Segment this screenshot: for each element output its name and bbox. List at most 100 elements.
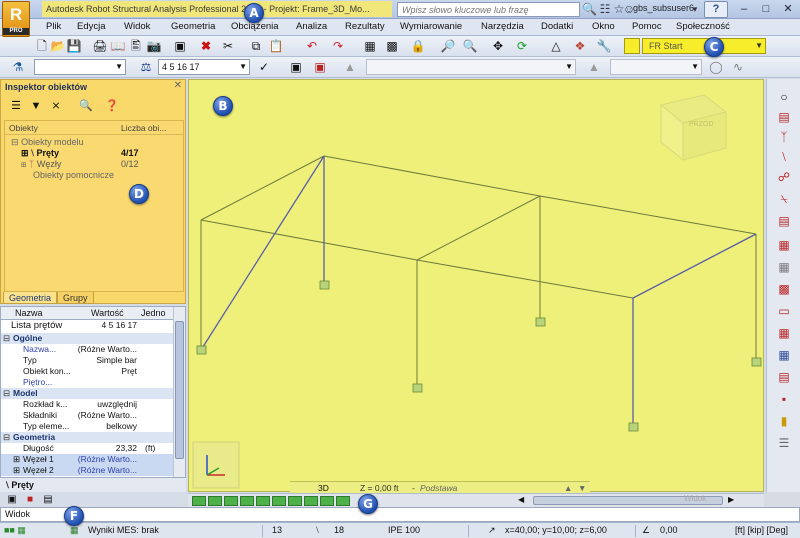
zoom-window-icon[interactable]: 🔍 bbox=[462, 38, 478, 54]
section-tool-icon[interactable]: ▤ bbox=[775, 109, 793, 125]
expand-icon[interactable]: ⊞ bbox=[21, 159, 26, 169]
collapse-icon[interactable]: ⊟ bbox=[11, 137, 19, 147]
property-value[interactable]: (Różne Warto... bbox=[73, 454, 137, 465]
more-tools-icon[interactable]: ☰ bbox=[775, 435, 793, 451]
cut-icon[interactable]: ✂ bbox=[220, 38, 236, 54]
scroll-left-icon[interactable]: ◀ bbox=[518, 495, 524, 504]
property-row[interactable]: Nazwa... (Różne Warto... bbox=[1, 344, 173, 355]
timber-tool-icon[interactable]: ▮ bbox=[775, 413, 793, 429]
close-button[interactable]: ✕ bbox=[777, 1, 799, 17]
animation-icon[interactable]: ∿ bbox=[730, 59, 746, 75]
menu-widok[interactable]: Widok bbox=[124, 21, 150, 32]
property-row[interactable]: Węzeł 1 (Różne Warto... ⊞ bbox=[1, 454, 173, 465]
undo-icon[interactable]: ↶ bbox=[304, 38, 320, 54]
close-icon[interactable]: ✕ bbox=[174, 80, 182, 91]
display-icon[interactable]: ▣ bbox=[288, 59, 304, 75]
print-preview-icon[interactable]: 🖺 bbox=[128, 38, 144, 54]
material-icon[interactable]: ■ bbox=[22, 492, 38, 508]
collapse-icon[interactable]: ⊟ bbox=[3, 333, 10, 344]
zoom-icon[interactable]: 🔎 bbox=[440, 38, 456, 54]
app-menu-button[interactable]: R PRO bbox=[2, 1, 30, 37]
camera-icon[interactable]: 📷 bbox=[146, 38, 162, 54]
model-icon[interactable]: △ bbox=[548, 38, 564, 54]
selected-bars[interactable] bbox=[200, 155, 757, 427]
wrench-icon[interactable]: 🔧 bbox=[596, 38, 612, 54]
help-button[interactable]: ? bbox=[704, 1, 728, 18]
column-tool-icon[interactable]: ▦ bbox=[775, 237, 793, 253]
mode-shape-icon[interactable]: ◯ bbox=[708, 59, 724, 75]
view-tool-icon[interactable] bbox=[304, 496, 318, 506]
collapse-icon[interactable]: ⊟ bbox=[3, 432, 10, 443]
property-value[interactable]: belkowy bbox=[73, 421, 137, 432]
load-tool-icon[interactable]: ▭ bbox=[775, 303, 793, 319]
wall-tool-icon[interactable]: ▦ bbox=[775, 259, 793, 275]
view-tool-icon[interactable] bbox=[208, 496, 222, 506]
status-indicator-icon[interactable]: ■■ ▦ bbox=[4, 523, 26, 538]
section-icon[interactable]: ❖ bbox=[572, 38, 588, 54]
section-icon[interactable]: ▣ bbox=[4, 492, 20, 508]
mode-combo[interactable]: ▼ bbox=[610, 59, 702, 75]
property-group[interactable]: ⊟ Ogólne bbox=[1, 333, 173, 344]
search-icon[interactable]: 🔍 bbox=[79, 99, 93, 113]
copy-icon[interactable]: ⧉ bbox=[248, 38, 264, 54]
menu-analiza[interactable]: Analiza bbox=[296, 21, 327, 32]
maximize-button[interactable]: □ bbox=[755, 1, 777, 17]
property-row[interactable]: Obiekt kon... Pręt bbox=[1, 366, 173, 377]
menu-pomoc[interactable]: Pomoc bbox=[632, 21, 662, 32]
property-group[interactable]: ⊟ Geometria bbox=[1, 432, 173, 443]
tree-item-auxiliary[interactable]: Obiekty pomocnicze bbox=[33, 170, 114, 180]
bar-tool-icon[interactable]: ⧵ bbox=[775, 149, 793, 165]
save-icon[interactable]: 💾 bbox=[66, 38, 82, 54]
view-tool-icon[interactable] bbox=[192, 496, 206, 506]
property-row[interactable]: Rozkład k... uwzględnij bbox=[1, 399, 173, 410]
release-tool-icon[interactable]: ☍ bbox=[775, 169, 793, 185]
release-icon[interactable]: ▤ bbox=[40, 492, 56, 508]
rotate-icon[interactable]: ⟳ bbox=[514, 38, 530, 54]
paste-icon[interactable]: 📋 bbox=[268, 38, 284, 54]
combination-tool-icon[interactable]: ▦ bbox=[775, 325, 793, 341]
menu-geometria[interactable]: Geometria bbox=[171, 21, 215, 32]
property-row[interactable]: Węzeł 2 (Różne Warto... ⊞ bbox=[1, 465, 173, 476]
menu-dodatki[interactable]: Dodatki bbox=[541, 21, 573, 32]
beam-tool-icon[interactable]: ▤ bbox=[775, 213, 793, 229]
property-row[interactable]: Typ eleme... belkowy bbox=[1, 421, 173, 432]
user-name[interactable]: gbs_subsuser6 bbox=[633, 3, 694, 13]
selection-filter-icon[interactable]: ✓ bbox=[256, 59, 272, 75]
property-value[interactable]: Simple bar bbox=[73, 355, 137, 366]
view-tool-icon[interactable] bbox=[224, 496, 238, 506]
screenshot-icon[interactable]: ▣ bbox=[172, 38, 188, 54]
property-row[interactable]: Typ Simple bar bbox=[1, 355, 173, 366]
cart-icon[interactable]: ☷ bbox=[598, 2, 612, 16]
print-icon[interactable]: 🖨 bbox=[92, 38, 108, 54]
pan-icon[interactable]: ✥ bbox=[490, 38, 506, 54]
tab-grupy[interactable]: Grupy bbox=[57, 292, 94, 304]
property-row[interactable]: Składniki (Różne Warto... bbox=[1, 410, 173, 421]
filter-icon[interactable]: ☰ bbox=[9, 99, 23, 113]
property-value[interactable]: 4 5 16 17 bbox=[73, 320, 137, 331]
tree-item-bars[interactable]: ⊞ ⧵ Pręty bbox=[21, 148, 59, 159]
view-tool-icon[interactable] bbox=[288, 496, 302, 506]
table-tool-icon[interactable]: ▦ bbox=[775, 347, 793, 363]
view-tool-icon[interactable] bbox=[272, 496, 286, 506]
menu-edycja[interactable]: Edycja bbox=[77, 21, 106, 32]
minimize-button[interactable]: – bbox=[733, 1, 755, 17]
property-row[interactable]: Lista prętów 4 5 16 17 bbox=[1, 320, 173, 331]
menu-spolecznosc[interactable]: Społeczność bbox=[676, 21, 730, 32]
property-group[interactable]: ⊟ Model bbox=[1, 388, 173, 399]
new-file-icon[interactable]: 🗋 bbox=[34, 38, 50, 54]
load-case-combo[interactable]: ▼ bbox=[366, 59, 576, 75]
node-tool-icon[interactable]: ○ bbox=[775, 89, 793, 105]
bar-selection-combo[interactable]: 4 5 16 17 ▼ bbox=[158, 59, 250, 75]
property-value[interactable]: 23,32 bbox=[73, 443, 137, 454]
property-row[interactable]: Długość 23,32 (ft) bbox=[1, 443, 173, 454]
book-icon[interactable]: 📖 bbox=[110, 38, 126, 54]
menu-plik[interactable]: Plik bbox=[46, 21, 61, 32]
delete-icon[interactable]: ✖ bbox=[198, 38, 214, 54]
steel-tool-icon[interactable]: ▤ bbox=[775, 369, 793, 385]
binoculars-icon[interactable]: 🔍 bbox=[582, 2, 597, 16]
profile-tool-icon[interactable]: ⍀ bbox=[775, 191, 793, 207]
node-selection-combo[interactable]: ▼ bbox=[34, 59, 126, 75]
scroll-right-icon[interactable]: ▶ bbox=[728, 495, 734, 504]
property-value[interactable]: Pręt bbox=[73, 366, 137, 377]
view-tool-icon[interactable] bbox=[320, 496, 334, 506]
